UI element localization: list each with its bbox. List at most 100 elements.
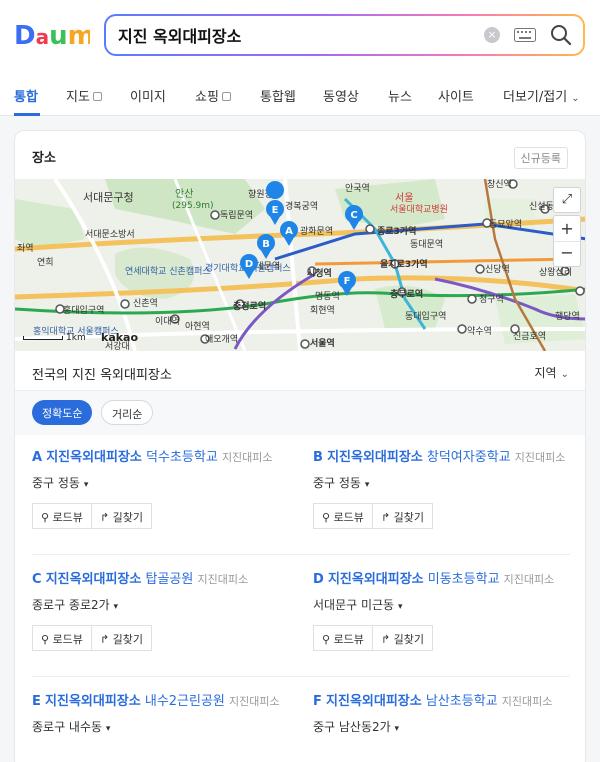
- svg-text:좌역: 좌역: [17, 243, 34, 254]
- sort-accuracy-button[interactable]: 정확도순: [32, 400, 93, 425]
- pin-icon: ⚲: [41, 511, 50, 524]
- zoom-in-button[interactable]: +: [554, 216, 580, 242]
- svg-text:신금호역: 신금호역: [513, 331, 546, 342]
- tab-news[interactable]: 뉴스: [388, 86, 412, 105]
- zoom-control: + −: [553, 215, 581, 267]
- svg-text:신설동: 신설동: [529, 201, 554, 212]
- tab-video[interactable]: 동영상: [323, 86, 359, 105]
- active-tab-indicator: [14, 113, 40, 116]
- svg-text:상왕십리: 상왕십리: [539, 267, 572, 278]
- external-link-icon: [221, 92, 231, 101]
- svg-text:서울역: 서울역: [310, 337, 335, 349]
- svg-text:충무로역: 충무로역: [390, 288, 423, 300]
- map[interactable]: 서대문구청 안산 (295.9m) 향원정 서대문소방서 독립문역 경복궁역 광…: [15, 179, 585, 351]
- svg-text:서대문구청: 서대문구청: [83, 191, 134, 204]
- svg-text:을지로3가역: 을지로3가역: [380, 258, 428, 270]
- pin-icon: ⚲: [322, 633, 331, 646]
- svg-text:이대역: 이대역: [155, 316, 180, 327]
- svg-text:서대문소방서: 서대문소방서: [85, 229, 135, 240]
- svg-text:D: D: [245, 259, 253, 270]
- svg-text:행당역: 행당역: [555, 310, 580, 322]
- roadview-button[interactable]: ⚲ 로드뷰: [313, 625, 373, 651]
- svg-text:A: A: [285, 226, 293, 237]
- directions-button[interactable]: ↱ 길찾기: [372, 625, 434, 651]
- svg-text:연세대학교 신촌캠퍼스: 연세대학교 신촌캠퍼스: [125, 265, 211, 277]
- chevron-down-icon: ▾: [397, 602, 403, 612]
- marker-b: B: [257, 234, 275, 259]
- roadview-button[interactable]: ⚲ 로드뷰: [32, 625, 92, 651]
- svg-text:안국역: 안국역: [345, 183, 370, 194]
- svg-text:독립문역: 독립문역: [220, 210, 253, 221]
- svg-text:신당역: 신당역: [485, 264, 510, 275]
- card-title: 장소: [32, 151, 56, 166]
- daum-logo[interactable]: Daum: [14, 19, 90, 49]
- tab-bar: 통합 지도 이미지 쇼핑 통합웹 동영상 뉴스 사이트 더보기/접기 ⌄: [0, 72, 600, 116]
- result-item-a[interactable]: A 지진옥외대피장소 덕수초등학교 지진대피소 중구 정동 ▾ ⚲ 로드뷰 ↱ …: [32, 449, 290, 529]
- svg-text:C: C: [350, 210, 357, 221]
- svg-text:광화문역: 광화문역: [300, 225, 333, 237]
- svg-text:명동역: 명동역: [315, 291, 340, 302]
- tab-web[interactable]: 통합웹: [260, 86, 296, 105]
- result-item-f[interactable]: F 지진옥외대피장소 남산초등학교 지진대피소 중구 남산동2가 ▾: [313, 693, 571, 735]
- chevron-down-icon: ▾: [394, 724, 400, 734]
- route-icon: ↱: [99, 633, 110, 646]
- tab-all[interactable]: 통합: [14, 86, 38, 105]
- sort-row: 정확도순 거리순: [15, 391, 585, 435]
- directions-button[interactable]: ↱ 길찾기: [91, 625, 153, 651]
- search-icon[interactable]: [550, 24, 572, 46]
- svg-text:홍대입구역: 홍대입구역: [63, 304, 104, 316]
- result-item-d[interactable]: D 지진옥외대피장소 미동초등학교 지진대피소 서대문구 미근동 ▾ ⚲ 로드뷰…: [313, 571, 571, 651]
- keyboard-icon[interactable]: [514, 28, 536, 42]
- svg-text:서울대학교병원: 서울대학교병원: [390, 204, 448, 215]
- svg-text:B: B: [262, 239, 270, 250]
- divider: [32, 554, 570, 555]
- chevron-down-icon: ▾: [83, 480, 89, 490]
- map-canvas: 서대문구청 안산 (295.9m) 향원정 서대문소방서 독립문역 경복궁역 광…: [15, 179, 585, 351]
- result-item-e[interactable]: E 지진옥외대피장소 내수2근린공원 지진대피소 종로구 내수동 ▾: [32, 693, 290, 735]
- chevron-down-icon: ⌄: [560, 369, 569, 380]
- roadview-button[interactable]: ⚲ 로드뷰: [32, 503, 92, 529]
- tab-images[interactable]: 이미지: [130, 86, 166, 105]
- external-link-icon: [92, 92, 102, 101]
- result-item-b[interactable]: B 지진옥외대피장소 창덕여자중학교 지진대피소 중구 정동 ▾ ⚲ 로드뷰 ↱…: [313, 449, 571, 529]
- region-row: 전국의 지진 옥외대피장소 지역 ⌄: [15, 351, 585, 391]
- expand-map-icon[interactable]: ⤢: [553, 187, 581, 213]
- svg-text:창신역: 창신역: [487, 179, 512, 190]
- marker-a: A: [280, 221, 298, 246]
- search-input[interactable]: [118, 24, 458, 46]
- place-card: 장소 신규등록 서대문구청 안산 (295.9m) 향원정 서대문소방서 독립문…: [14, 130, 586, 762]
- svg-text:동대입구역: 동대입구역: [405, 310, 446, 322]
- svg-text:시청역: 시청역: [307, 267, 332, 279]
- new-registration-button[interactable]: 신규등록: [513, 147, 568, 169]
- pin-icon: ⚲: [41, 633, 50, 646]
- svg-text:Daum: Daum: [14, 21, 90, 49]
- svg-text:연희: 연희: [37, 256, 54, 268]
- sort-distance-button[interactable]: 거리순: [101, 400, 154, 425]
- marker-d: D: [240, 254, 258, 279]
- result-item-c[interactable]: C 지진옥외대피장소 탑골공원 지진대피소 종로구 종로2가 ▾ ⚲ 로드뷰 ↱…: [32, 571, 290, 651]
- svg-text:F: F: [344, 276, 351, 287]
- svg-text:애오개역: 애오개역: [205, 334, 238, 345]
- svg-text:E: E: [272, 205, 279, 216]
- route-icon: ↱: [380, 633, 391, 646]
- tab-sites[interactable]: 사이트: [438, 86, 474, 105]
- svg-text:종로3가역: 종로3가역: [377, 225, 416, 237]
- svg-text:신촌역: 신촌역: [133, 298, 158, 309]
- kakao-logo: kakao: [101, 331, 139, 344]
- header: Daum ×: [0, 0, 600, 72]
- region-title: 전국의 지진 옥외대피장소: [32, 368, 172, 383]
- zoom-out-button[interactable]: −: [554, 242, 580, 266]
- chevron-down-icon: ▾: [364, 480, 370, 490]
- svg-text:동묘앞역: 동묘앞역: [489, 218, 522, 230]
- clear-icon[interactable]: ×: [484, 27, 500, 43]
- directions-button[interactable]: ↱ 길찾기: [372, 503, 434, 529]
- tab-map[interactable]: 지도: [66, 86, 102, 105]
- route-icon: ↱: [99, 511, 110, 524]
- svg-text:경복궁역: 경복궁역: [285, 200, 318, 212]
- region-select[interactable]: 지역 ⌄: [535, 364, 569, 381]
- directions-button[interactable]: ↱ 길찾기: [91, 503, 153, 529]
- svg-text:충정로역: 충정로역: [233, 300, 266, 312]
- roadview-button[interactable]: ⚲ 로드뷰: [313, 503, 373, 529]
- tab-shopping[interactable]: 쇼핑: [195, 86, 231, 105]
- tab-more[interactable]: 더보기/접기 ⌄: [503, 86, 580, 105]
